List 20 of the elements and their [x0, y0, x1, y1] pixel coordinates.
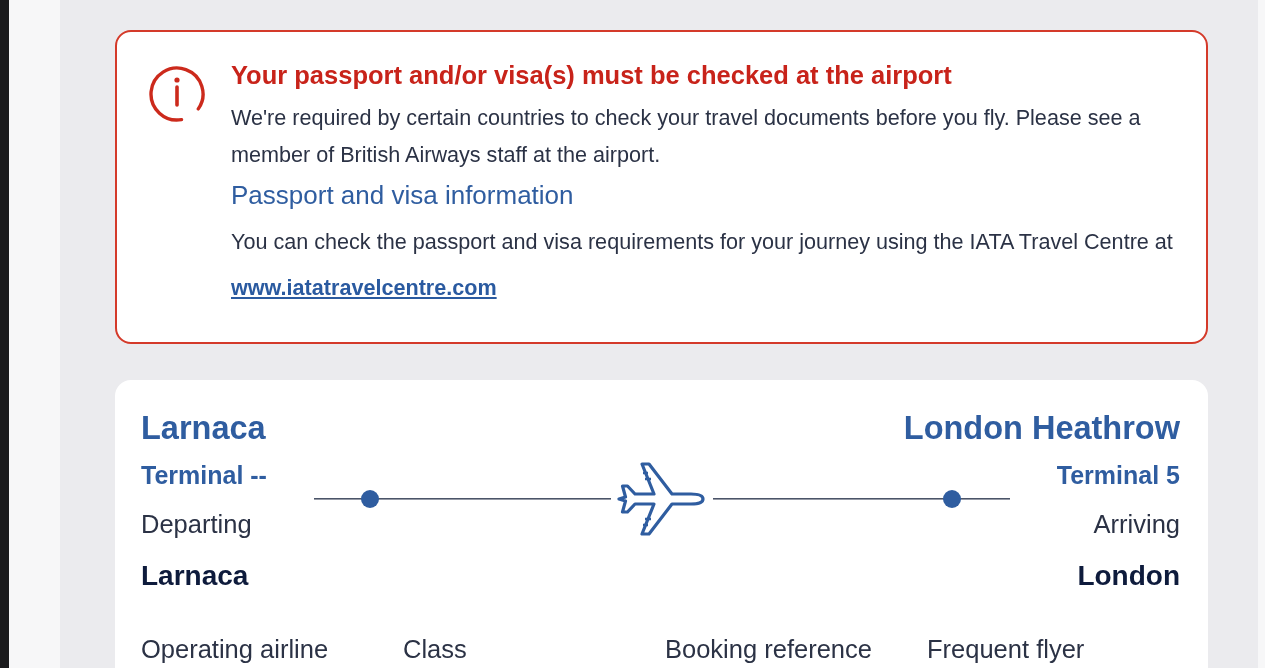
- detail-label: Operating airline: [141, 634, 329, 664]
- city-name: London: [1077, 559, 1180, 593]
- airport-name: Larnaca: [141, 409, 266, 448]
- alert-message: We're required by certain countries to check your travel documents before you fly. Please see a member of British Airways staff at the airport.: [231, 104, 1142, 169]
- city-name: Larnaca: [141, 559, 249, 593]
- detail-label: Frequent flyer: [927, 634, 1085, 664]
- info-text: You can check the passport and visa requirements for your journey using the IATA Travel Centre at www.iatatravelcentre.com: [231, 228, 1174, 302]
- detail-label: Class: [403, 634, 467, 664]
- stop-dot-icon: [943, 490, 961, 508]
- info-heading: Passport and visa information: [231, 179, 574, 212]
- direction-label: Arriving: [1093, 509, 1180, 540]
- terminal-label: Terminal --: [141, 460, 267, 491]
- terminal-label: Terminal 5: [1056, 460, 1180, 491]
- alert-title: Your passport and/or visa(s) must be checked at the airport: [231, 60, 952, 90]
- stop-dot-icon: [361, 490, 379, 508]
- direction-label: Departing: [141, 509, 252, 540]
- detail-label: Booking reference: [665, 634, 872, 664]
- travel-centre-link[interactable]: www.iatatravelcentre.com: [231, 275, 497, 300]
- plane-icon: [616, 461, 706, 537]
- airport-name: London Heathrow: [903, 409, 1180, 448]
